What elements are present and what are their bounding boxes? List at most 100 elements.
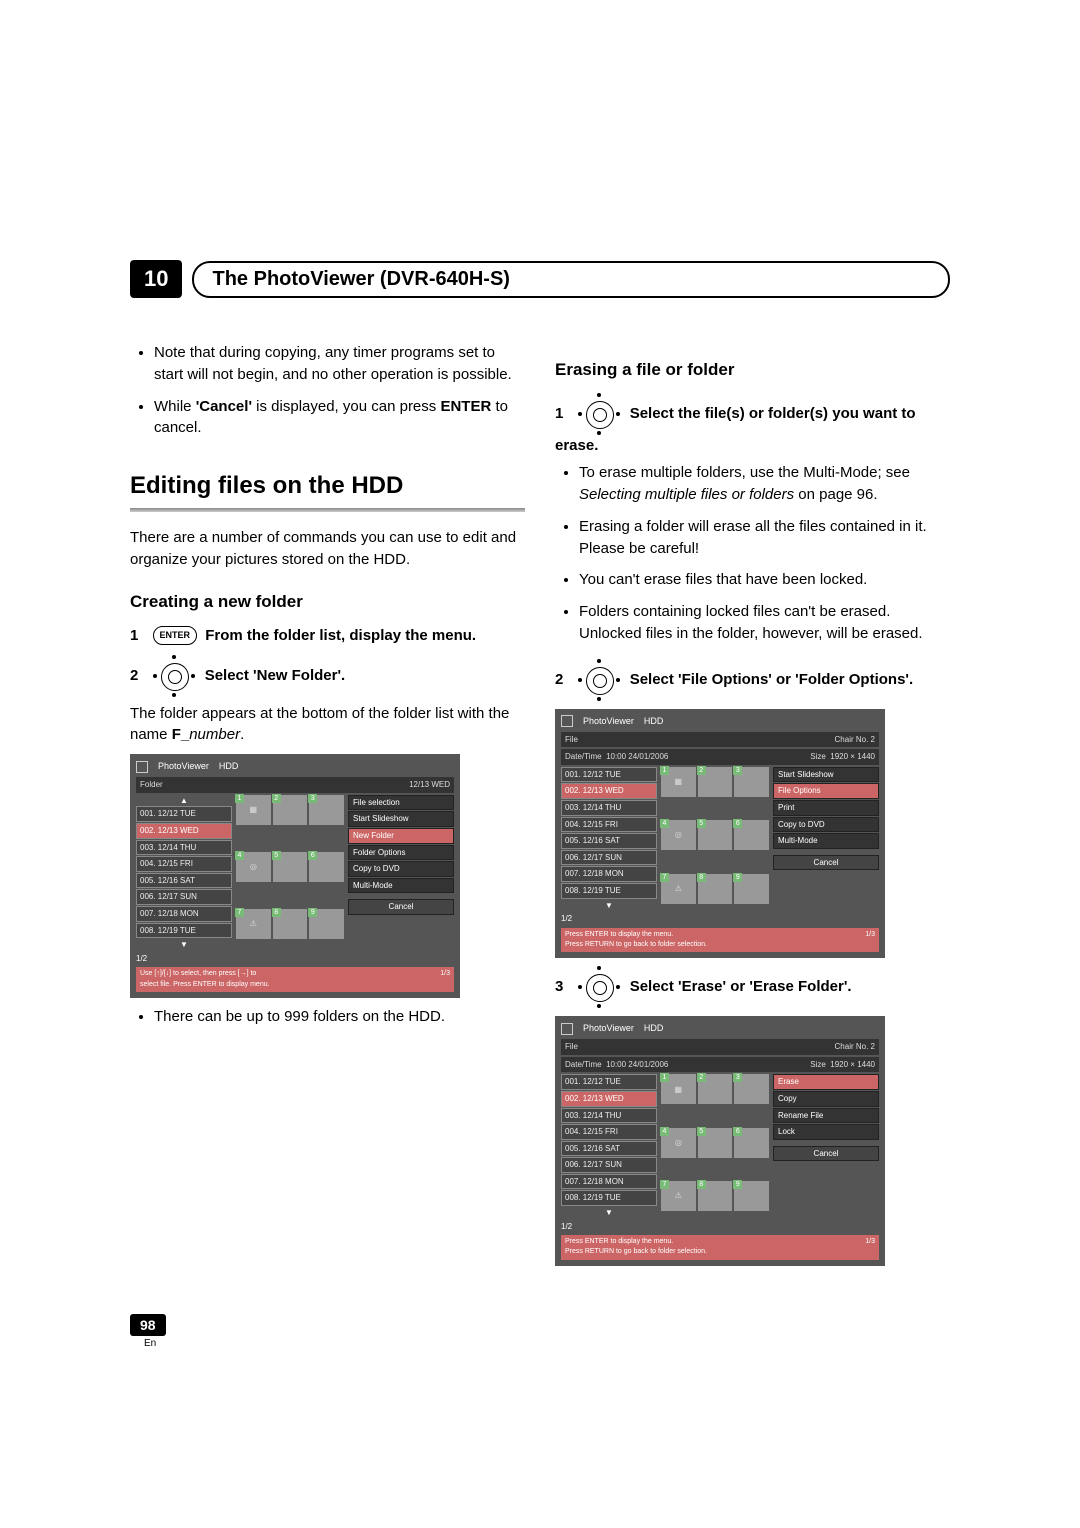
step: 1 ENTER From the folder list, display th…: [130, 625, 525, 647]
thumbnail: 1▦: [661, 767, 696, 797]
right-column: Erasing a file or folder 1 Select the fi…: [555, 338, 950, 1274]
language-label: En: [144, 1338, 950, 1349]
thumbnail: 8: [698, 874, 733, 904]
menu-item: Start Slideshow: [348, 811, 454, 827]
list-item: 002. 12/13 WED: [561, 783, 657, 799]
app-name: PhotoViewer: [158, 760, 209, 773]
page-number: 98: [130, 1314, 166, 1336]
hint-line: Use [↑]/[↓] to select, then press [→] to: [140, 969, 270, 979]
context-menu: Start SlideshowFile OptionsPrintCopy to …: [773, 767, 879, 925]
intro-paragraph: There are a number of commands you can u…: [130, 527, 525, 571]
thumbnail: 7⚠: [661, 874, 696, 904]
ui-screenshot-2: PhotoViewer HDD File Chair No. 2 Date/Ti…: [555, 709, 885, 958]
list-item: 003. 12/14 THU: [136, 840, 232, 856]
list-item: 002. 12/13 WED: [136, 823, 232, 839]
list-item: 004. 12/15 FRI: [561, 1124, 657, 1140]
step: 3 Select 'Erase' or 'Erase Folder'.: [555, 966, 950, 1008]
note-item: Erasing a folder will erase all the file…: [579, 516, 950, 560]
folder-date: 12/13 WED: [409, 779, 450, 791]
menu-item: Print: [773, 800, 879, 816]
notes-list: There can be up to 999 folders on the HD…: [130, 1006, 525, 1028]
menu-item: Cancel: [348, 899, 454, 915]
subsection-heading: Erasing a file or folder: [555, 358, 950, 383]
pager: 1/2: [136, 953, 232, 965]
menu-item: Cancel: [773, 1146, 879, 1162]
folder-list: 001. 12/12 TUE002. 12/13 WED003. 12/14 T…: [561, 1074, 657, 1232]
dpad-icon: [578, 659, 620, 701]
file-name: Chair No. 2: [835, 1041, 875, 1053]
folder-list: 001. 12/12 TUE002. 12/13 WED003. 12/14 T…: [561, 767, 657, 925]
text: .: [240, 726, 244, 743]
label: File: [565, 734, 578, 746]
subsection-heading: Creating a new folder: [130, 590, 525, 615]
thumbnail: 6: [734, 1128, 769, 1158]
context-menu: EraseCopyRename FileLockCancel: [773, 1074, 879, 1232]
hint-line: Press ENTER to display the menu.: [565, 1237, 707, 1247]
thumbnail: 3: [734, 1074, 769, 1104]
section-heading: Editing files on the HDD: [130, 469, 525, 504]
thumbnail: 8: [698, 1181, 733, 1211]
scroll-down-icon: ▼: [561, 900, 657, 912]
label: Date/Time: [565, 1060, 602, 1069]
page-footer: 98 En: [130, 1314, 950, 1349]
text: While: [154, 398, 196, 415]
app-name: PhotoViewer: [583, 715, 634, 728]
list-item: 008. 12/19 TUE: [136, 923, 232, 939]
thumbnail: 6: [734, 820, 769, 850]
text: number: [189, 726, 240, 743]
folder-list: ▲ 001. 12/12 TUE002. 12/13 WED003. 12/14…: [136, 795, 232, 965]
pager: 1/2: [561, 913, 657, 925]
scroll-up-icon: ▲: [136, 795, 232, 807]
text: 'Cancel': [196, 398, 252, 415]
step-number: 2: [555, 671, 563, 688]
list-item: 004. 12/15 FRI: [561, 817, 657, 833]
thumbnail: 4◎: [236, 852, 271, 882]
list-item: 006. 12/17 SUN: [136, 889, 232, 905]
ui-screenshot-1: PhotoViewer HDD Folder 12/13 WED ▲ 001. …: [130, 754, 460, 997]
list-item: 006. 12/17 SUN: [561, 850, 657, 866]
text: To erase multiple folders, use the Multi…: [579, 464, 910, 481]
label: Size: [810, 752, 826, 761]
pager: 1/2: [561, 1221, 657, 1233]
photoviewer-icon: [561, 715, 573, 727]
menu-item: Multi-Mode: [348, 878, 454, 894]
menu-item: Copy to DVD: [348, 861, 454, 877]
thumbnail: 7⚠: [236, 909, 271, 939]
list-item: 005. 12/16 SAT: [561, 1141, 657, 1157]
step: 1 Select the file(s) or folder(s) you wa…: [555, 393, 950, 457]
menu-item: Copy to DVD: [773, 817, 879, 833]
note-item: While 'Cancel' is displayed, you can pre…: [154, 396, 525, 440]
thumbnail: 5: [698, 1128, 733, 1158]
datetime-value: 10:00 24/01/2006: [606, 1060, 668, 1069]
page-indicator: 1/3: [865, 930, 875, 950]
menu-item: Erase: [773, 1074, 879, 1090]
menu-item: Start Slideshow: [773, 767, 879, 783]
menu-item: Lock: [773, 1124, 879, 1140]
list-item: 008. 12/19 TUE: [561, 883, 657, 899]
menu-item: Copy: [773, 1091, 879, 1107]
label: Date/Time: [565, 752, 602, 761]
datetime-value: 10:00 24/01/2006: [606, 752, 668, 761]
dpad-icon: [153, 655, 195, 697]
label: Size: [810, 1060, 826, 1069]
thumbnail-grid: 1▦ 2 3 4◎ 5 6 7⚠ 8 9: [661, 767, 769, 925]
list-item: 001. 12/12 TUE: [561, 767, 657, 783]
notes-list: To erase multiple folders, use the Multi…: [555, 462, 950, 644]
list-item: 002. 12/13 WED: [561, 1091, 657, 1107]
list-item: 008. 12/19 TUE: [561, 1190, 657, 1206]
list-item: 003. 12/14 THU: [561, 800, 657, 816]
thumbnail: 3: [734, 767, 769, 797]
file-name: Chair No. 2: [835, 734, 875, 746]
menu-item: New Folder: [348, 828, 454, 844]
menu-item: File Options: [773, 783, 879, 799]
text: ENTER: [440, 398, 491, 415]
chapter-header: 10 The PhotoViewer (DVR-640H-S): [130, 260, 950, 298]
list-item: 006. 12/17 SUN: [561, 1157, 657, 1173]
thumbnail: 5: [698, 820, 733, 850]
scroll-down-icon: ▼: [561, 1207, 657, 1219]
thumbnail-grid: 1▦ 2 3 4◎ 5 6 7⚠ 8 9: [661, 1074, 769, 1232]
hint-line: select file. Press ENTER to display menu…: [140, 980, 270, 990]
chapter-title: The PhotoViewer (DVR-640H-S): [192, 261, 950, 298]
menu-item: Cancel: [773, 855, 879, 871]
step-number: 3: [555, 978, 563, 995]
